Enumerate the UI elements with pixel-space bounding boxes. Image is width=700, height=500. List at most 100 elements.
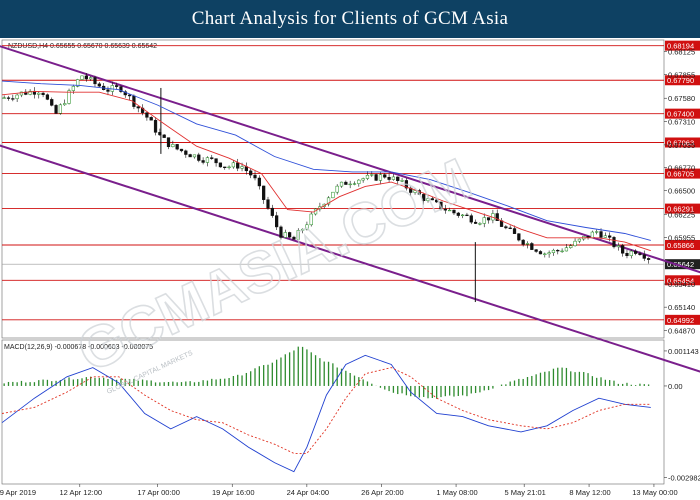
candle-body: [569, 245, 573, 248]
candle-body: [97, 83, 101, 87]
time-tick-label: 19 Apr 16:00: [212, 488, 255, 497]
candle-body: [197, 154, 201, 161]
candle-body: [469, 215, 473, 223]
candle-body: [6, 97, 11, 99]
candle-body: [517, 233, 521, 241]
candle-body: [473, 221, 478, 224]
candle-body: [192, 154, 197, 158]
candle-body: [136, 106, 140, 109]
candle-body: [547, 252, 551, 255]
candle-body: [486, 217, 491, 221]
candle-body: [612, 237, 616, 248]
price-tick-label: 0.65410: [668, 280, 695, 289]
macd-tick-label: -0.002982: [668, 473, 700, 482]
price-tick-label: 0.66500: [668, 187, 695, 196]
price-panel: NZDUSD,H4 0.65655 0.65670 0.65639 0.6564…: [1, 39, 665, 339]
candle-body: [93, 77, 97, 85]
time-tick-label: 12 Apr 12:00: [60, 488, 103, 497]
candle-body: [534, 249, 538, 252]
candle-body: [262, 185, 266, 200]
candle-body: [482, 217, 486, 224]
candle-body: [465, 214, 469, 217]
time-tick-label: 5 May 21:01: [505, 488, 546, 497]
candle-body: [153, 119, 158, 133]
candle-body: [621, 245, 625, 254]
candle-body: [590, 231, 594, 238]
candle-body: [564, 247, 569, 252]
price-header: NZDUSD,H4 0.65655 0.65670 0.65639 0.6564…: [8, 43, 157, 50]
candle-body: [166, 137, 171, 148]
candle-body: [54, 105, 58, 114]
candle-body: [214, 158, 218, 164]
candle-body: [331, 191, 335, 199]
candle-body: [638, 253, 642, 255]
price-tick-label: 0.67855: [668, 71, 695, 80]
candle-body: [357, 179, 361, 184]
time-tick-label: 17 Apr 00:00: [137, 488, 180, 497]
candle-body: [370, 174, 374, 176]
candle-body: [525, 243, 530, 245]
level-label: 0.64992: [667, 316, 694, 325]
candle-body: [646, 258, 651, 260]
candle-body: [210, 157, 214, 159]
candle-body: [634, 250, 638, 254]
candle-body: [37, 92, 41, 95]
candle-body: [478, 223, 482, 225]
time-tick-label: 26 Apr 20:00: [361, 488, 404, 497]
candle-body: [374, 174, 378, 181]
candle-body: [266, 199, 270, 209]
macd-tick-label: 0.001143: [668, 347, 699, 356]
candle-body: [227, 166, 231, 168]
price-tick-label: 0.67310: [668, 117, 695, 126]
candle-body: [629, 250, 633, 257]
candle-body: [149, 117, 153, 121]
candle-body: [175, 144, 179, 150]
candle-body: [625, 253, 629, 257]
candle-body: [512, 228, 517, 234]
current-price-label: 0.65642: [667, 260, 694, 269]
price-tick-label: 0.66225: [668, 210, 695, 219]
candle-body: [80, 75, 84, 80]
time-tick-label: 13 May 00:00: [632, 488, 677, 497]
candle-body: [41, 92, 45, 95]
time-tick-label: 9 Apr 2019: [0, 488, 36, 497]
candle-body: [127, 94, 132, 97]
candle-body: [577, 238, 582, 242]
candle-body: [270, 207, 274, 216]
candle-body: [236, 162, 240, 169]
candle-body: [106, 89, 110, 92]
price-tick-label: 0.67580: [668, 94, 695, 103]
candle-body: [71, 86, 75, 91]
price-tick-label: 0.65140: [668, 303, 695, 312]
candle-body: [249, 170, 253, 176]
candle-body: [521, 239, 525, 245]
candle-body: [538, 251, 543, 255]
candle-body: [188, 154, 192, 158]
candle-body: [560, 250, 564, 253]
candle-body: [218, 162, 223, 168]
candle-body: [335, 185, 339, 193]
candle-body: [15, 94, 19, 99]
candle-body: [58, 104, 63, 114]
candle-body: [179, 148, 184, 152]
candle-body: [2, 97, 6, 99]
price-frame: [1, 39, 665, 339]
candle-body: [551, 249, 556, 253]
candle-body: [145, 112, 149, 118]
candle-body: [50, 99, 54, 106]
time-tick-label: 8 May 12:00: [569, 488, 610, 497]
price-tick-label: 0.64870: [668, 326, 695, 335]
candle-body: [504, 226, 508, 229]
candle-body: [114, 85, 119, 87]
candle-body: [599, 231, 603, 238]
price-tick-label: 0.65955: [668, 233, 695, 242]
candle-body: [461, 214, 465, 217]
banner-title: Chart Analysis for Clients of GCM Asia: [0, 0, 700, 38]
candle-body: [231, 162, 236, 168]
candle-body: [595, 231, 599, 233]
candle-body: [63, 103, 67, 106]
candle-body: [339, 181, 344, 187]
candle-body: [530, 243, 534, 250]
candle-body: [348, 183, 352, 186]
candle-body: [171, 144, 175, 148]
